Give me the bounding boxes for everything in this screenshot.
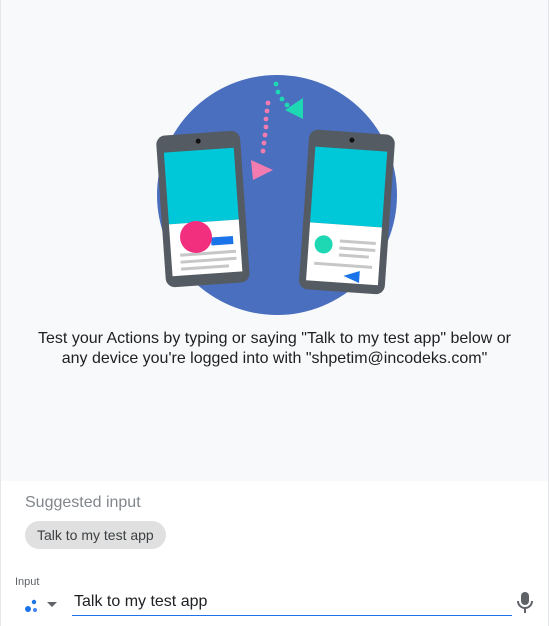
devices-illustration (156, 75, 397, 315)
input-panel: Suggested input Talk to my test app Inpu… (1, 481, 548, 626)
microphone-button[interactable] (515, 590, 535, 614)
suggestion-chip-talk-to-my-test-app[interactable]: Talk to my test app (25, 521, 166, 549)
query-input[interactable] (72, 590, 512, 616)
welcome-message-line-2: any device you're logged into with "shpe… (61, 350, 488, 367)
welcome-message-line-1: Test your Actions by typing or saying "T… (38, 330, 511, 347)
caret-down-icon (47, 602, 57, 607)
assistant-dots-icon (25, 599, 57, 612)
simulator-panel: Test your Actions by typing or saying "T… (0, 0, 549, 626)
welcome-message: Test your Actions by typing or saying "T… (1, 329, 548, 369)
welcome-area: Test your Actions by typing or saying "T… (1, 0, 548, 481)
input-label: Input (15, 576, 40, 588)
suggested-input-title: Suggested input (25, 494, 141, 511)
microphone-icon (517, 592, 533, 613)
assistant-mode-selector[interactable] (23, 594, 61, 616)
